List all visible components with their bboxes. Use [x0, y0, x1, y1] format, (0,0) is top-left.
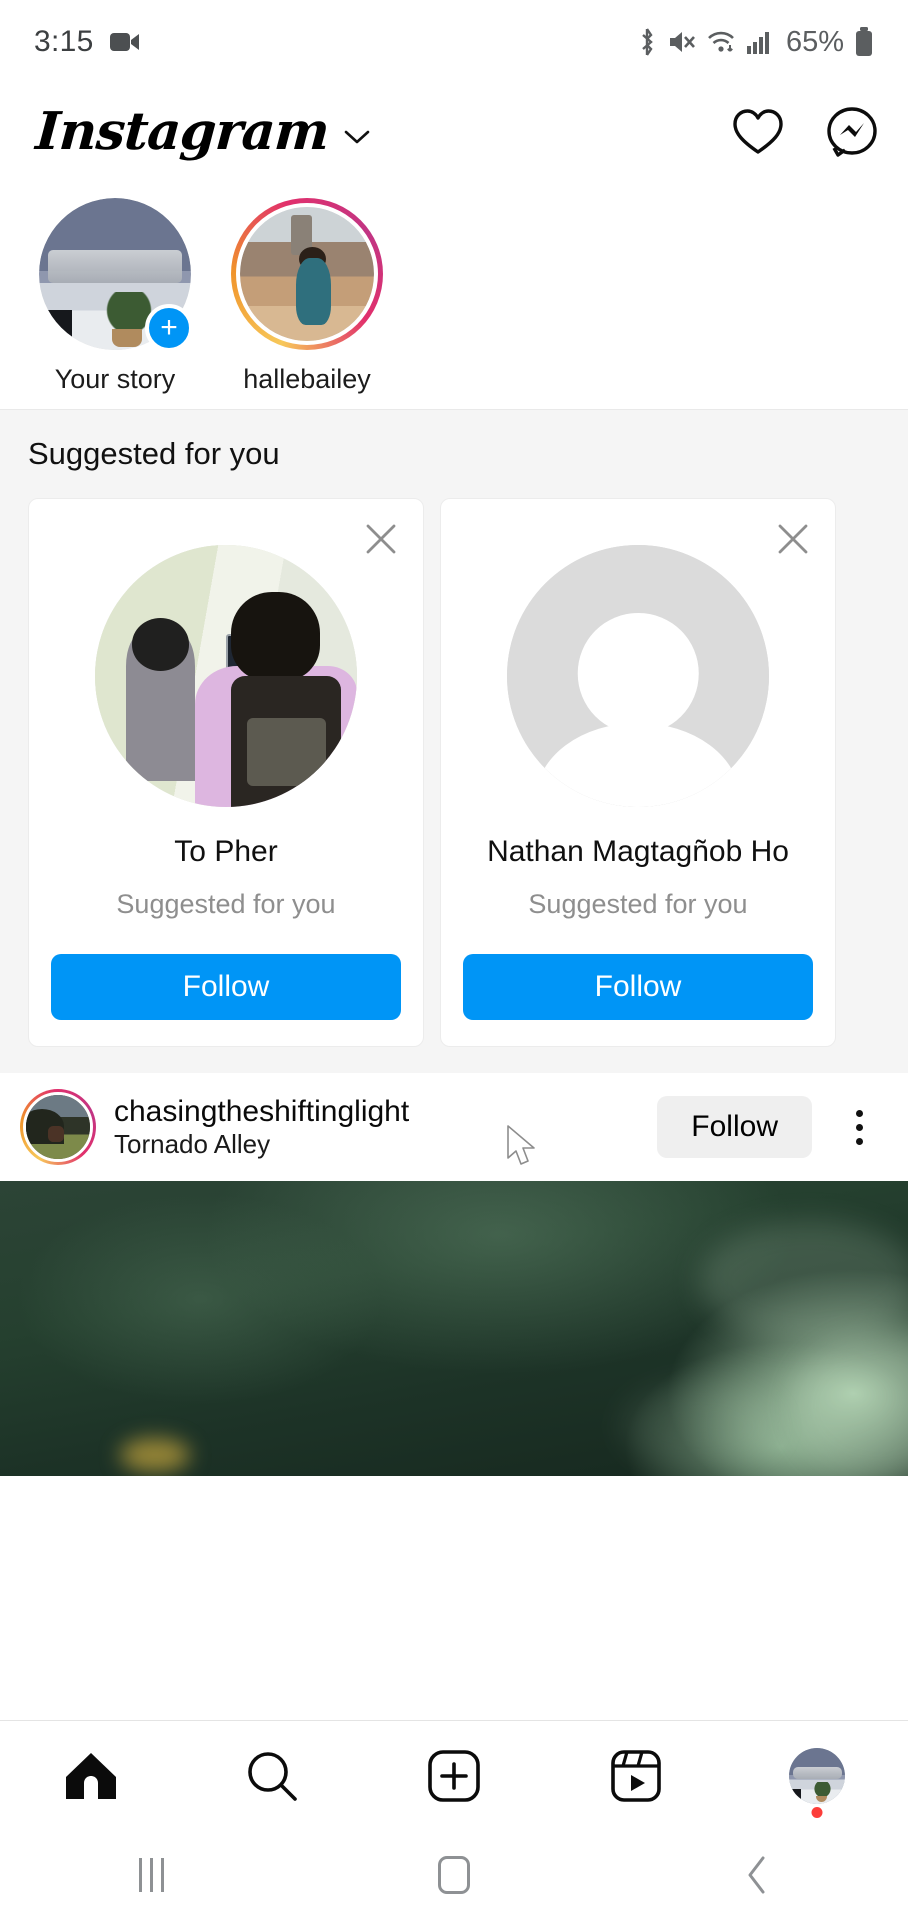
- nav-create[interactable]: [399, 1726, 509, 1826]
- suggested-title: Suggested for you: [28, 436, 280, 471]
- suggestion-subtitle: Suggested for you: [116, 889, 336, 919]
- story-label: Your story: [54, 364, 176, 394]
- android-home-button[interactable]: [394, 1830, 514, 1920]
- mouse-cursor: [505, 1124, 545, 1170]
- suggestion-name: Nathan Magtagñob Ho: [487, 835, 789, 868]
- bluetooth-icon: [636, 27, 658, 57]
- profile-avatar: [789, 1747, 846, 1804]
- add-story-badge[interactable]: +: [145, 304, 193, 352]
- more-options-icon[interactable]: [830, 1096, 888, 1158]
- post-username[interactable]: chasingtheshiftinglight: [114, 1095, 639, 1129]
- bottom-navigation: [0, 1720, 908, 1830]
- messenger-icon[interactable]: [826, 106, 878, 158]
- status-bar: 3:15 65%: [0, 0, 908, 84]
- home-icon: [63, 1750, 119, 1802]
- story-ring: [231, 198, 383, 350]
- follow-button[interactable]: Follow: [51, 954, 401, 1020]
- search-icon: [245, 1749, 299, 1803]
- post-location[interactable]: Tornado Alley: [114, 1130, 639, 1159]
- status-bar-left: 3:15: [34, 25, 140, 59]
- home-square-icon: [437, 1856, 470, 1894]
- suggestion-card[interactable]: To Pher Suggested for you Follow: [28, 498, 424, 1047]
- screen-record-icon: [109, 31, 140, 53]
- battery-icon: [854, 27, 874, 57]
- plus-square-icon: [427, 1749, 481, 1803]
- back-chevron-icon: [745, 1855, 769, 1895]
- stories-tray[interactable]: + Your story hallebailey: [0, 180, 908, 409]
- nav-profile[interactable]: [762, 1726, 872, 1826]
- post-image[interactable]: [0, 1181, 908, 1476]
- story-hallebailey[interactable]: hallebailey: [228, 198, 386, 395]
- mute-icon: [668, 29, 696, 55]
- suggestion-avatar[interactable]: [507, 545, 769, 807]
- battery-percent: 65%: [785, 25, 844, 58]
- suggestion-subtitle: Suggested for you: [528, 889, 748, 919]
- close-icon[interactable]: [361, 519, 401, 559]
- story-your-story[interactable]: + Your story: [36, 198, 194, 395]
- wifi-icon: [706, 29, 736, 55]
- android-navigation-bar: [0, 1830, 908, 1920]
- nav-search[interactable]: [217, 1726, 327, 1826]
- android-back-button[interactable]: [697, 1830, 817, 1920]
- suggestion-name: To Pher: [174, 835, 278, 868]
- post-avatar[interactable]: [20, 1089, 96, 1165]
- status-bar-right: 65%: [636, 26, 874, 59]
- app-header: Instagram: [0, 84, 908, 180]
- heart-icon[interactable]: [732, 108, 784, 156]
- hallebailey-avatar-image: [240, 207, 374, 341]
- notification-badge: [811, 1806, 823, 1818]
- suggestion-card[interactable]: Nathan Magtagñob Ho Suggested for you Fo…: [440, 498, 836, 1047]
- story-avatar: [236, 203, 378, 345]
- chevron-down-icon[interactable]: [343, 128, 371, 146]
- reels-icon: [610, 1749, 662, 1803]
- follow-button[interactable]: Follow: [463, 954, 813, 1020]
- brand-selector[interactable]: Instagram: [33, 101, 371, 162]
- story-ring: +: [39, 198, 193, 352]
- instagram-wordmark: Instagram: [33, 101, 331, 162]
- suggested-section: Suggested for you To Pher Suggested for …: [0, 409, 908, 1073]
- nav-home[interactable]: [36, 1726, 146, 1826]
- close-icon[interactable]: [773, 519, 813, 559]
- feed-post: chasingtheshiftinglight Tornado Alley Fo…: [0, 1073, 908, 1476]
- post-follow-button[interactable]: Follow: [657, 1096, 812, 1158]
- suggestion-avatar[interactable]: [95, 545, 357, 807]
- post-meta: chasingtheshiftinglight Tornado Alley: [114, 1095, 639, 1160]
- suggested-cards[interactable]: To Pher Suggested for you Follow Nathan …: [0, 498, 908, 1047]
- story-label: hallebailey: [243, 364, 371, 394]
- nav-reels[interactable]: [581, 1726, 691, 1826]
- cellular-signal-icon: [746, 29, 772, 55]
- post-header: chasingtheshiftinglight Tornado Alley Fo…: [0, 1073, 908, 1181]
- android-recents-button[interactable]: [91, 1830, 211, 1920]
- header-actions: [732, 106, 878, 158]
- status-time: 3:15: [34, 25, 94, 58]
- recents-icon: [138, 1858, 164, 1892]
